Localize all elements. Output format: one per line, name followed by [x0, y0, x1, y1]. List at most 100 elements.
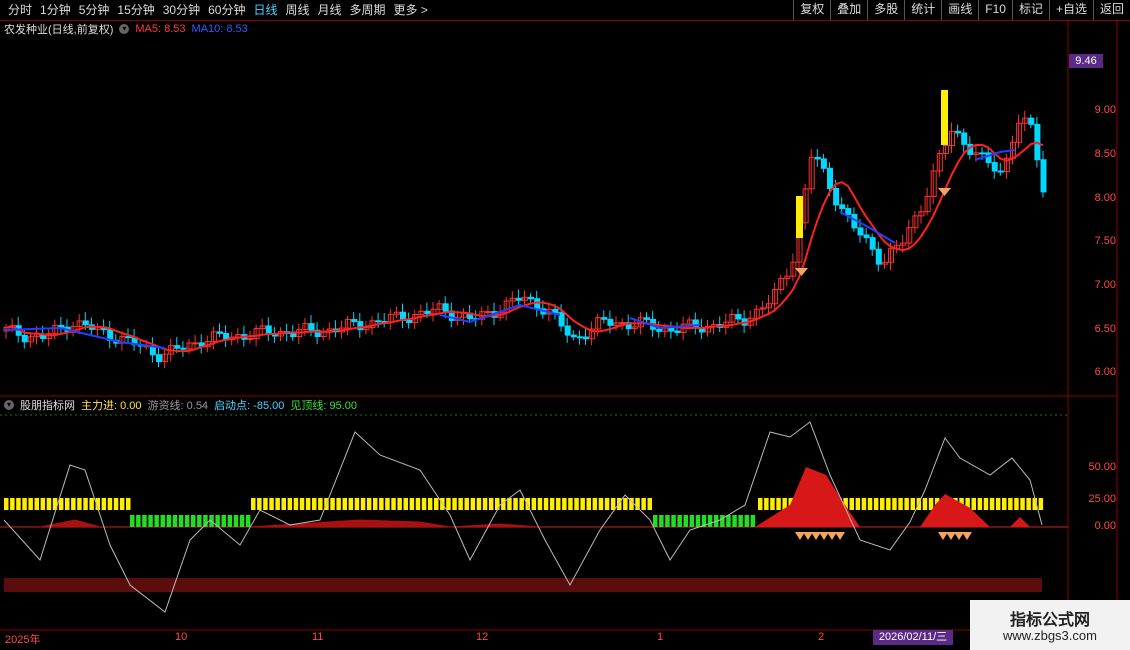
yellow-signal-bar: [617, 498, 622, 510]
yellow-signal-bar: [71, 498, 76, 510]
yellow-signal-bar: [330, 498, 335, 510]
indicator-series: [3, 421, 1044, 613]
candle-body: [424, 310, 431, 315]
diamond-icon: [962, 532, 972, 540]
green-signal-bar: [665, 515, 670, 527]
yellow-signal-bar: [397, 498, 402, 510]
yellow-signal-bar: [898, 498, 903, 510]
candle-body: [961, 132, 968, 145]
x-tick-label: 12: [476, 631, 489, 643]
yellow-signal-bar: [758, 498, 763, 510]
yellow-signal-bar: [119, 498, 125, 510]
main-force-value: 主力进: 0.00: [81, 400, 142, 412]
x-tick-label: 10: [175, 631, 188, 643]
yellow-signal-bar: [28, 498, 33, 510]
yellow-signal-bar: [476, 498, 482, 510]
candle-body: [955, 130, 962, 134]
candle-body: [21, 334, 28, 343]
x-tick-label: 11: [312, 631, 324, 643]
candle-body: [174, 345, 181, 349]
yellow-signal-bar: [434, 498, 439, 510]
diamond-icon: [827, 532, 837, 540]
yellow-signal-bar: [562, 498, 567, 510]
yellow-signal-bar: [4, 498, 9, 510]
green-signal-bar: [653, 515, 658, 527]
candle-body: [442, 303, 449, 312]
diamond-icon: [795, 532, 805, 540]
yellow-signal-bar: [101, 498, 107, 510]
x-tick-label: 2: [818, 631, 825, 643]
green-signal-bar: [148, 515, 153, 527]
yellow-signal-bar: [427, 498, 433, 510]
yellow-signal-bar: [770, 498, 775, 510]
green-signal-bar: [166, 515, 172, 527]
green-signal-bar: [738, 515, 743, 527]
yellow-signal-bar: [415, 498, 421, 510]
candle-body: [674, 330, 681, 333]
yellow-signal-bar: [886, 498, 891, 510]
yellow-signal-bar: [281, 498, 286, 510]
x-tick-label: 1: [657, 631, 664, 643]
yellow-signal-bar: [83, 498, 88, 510]
yellow-signal-bar: [40, 498, 46, 510]
yellow-signal-bar: [482, 498, 488, 510]
yellow-signal-bar: [263, 498, 268, 510]
yellow-signal-bar: [586, 498, 591, 510]
yellow-signal-bar: [598, 498, 604, 510]
yellow-signal-bar: [46, 498, 52, 510]
green-signal-bar: [197, 515, 202, 527]
candle-body: [607, 318, 614, 326]
signal-bar: [796, 196, 803, 238]
yellow-signal-bar: [568, 498, 573, 510]
yellow-signal-bar: [16, 498, 21, 510]
candle-body: [247, 338, 254, 341]
y-tick-label: 6.50: [1094, 323, 1116, 335]
yellow-signal-bar: [910, 498, 915, 510]
main-force-area: [1010, 517, 1030, 527]
current-price-tag: 9.46: [1069, 54, 1103, 68]
yellow-signal-bar: [1014, 498, 1019, 510]
yellow-signal-bar: [592, 498, 598, 510]
yellow-signal-bar: [342, 498, 347, 510]
yellow-signal-bar: [861, 498, 867, 510]
yellow-signal-bar: [610, 498, 616, 510]
green-signal-bar: [172, 515, 178, 527]
candle-body: [845, 208, 852, 215]
yellow-signal-bar: [922, 498, 928, 510]
green-signal-bar: [695, 515, 701, 527]
candle-body: [863, 234, 870, 239]
diamond-icon: [803, 532, 813, 540]
yellow-signal-bar: [409, 498, 415, 510]
watermark-url: www.zbgs3.com: [1003, 628, 1097, 643]
yellow-signal-bar: [995, 498, 1001, 510]
yellow-signal-bar: [22, 498, 27, 510]
yellow-signal-bar: [275, 498, 280, 510]
candle-body: [217, 331, 223, 334]
candle-body: [82, 320, 89, 326]
green-signal-bar: [245, 515, 251, 527]
candle-body: [857, 227, 864, 236]
green-signal-bar: [671, 515, 676, 527]
candle-body: [375, 320, 382, 323]
diamond-icon: [954, 532, 964, 540]
yellow-signal-bar: [989, 498, 995, 510]
y-tick-label: 8.50: [1094, 148, 1116, 160]
kline-chart[interactable]: [0, 0, 1130, 650]
yellow-signal-bar: [348, 498, 354, 510]
yellow-signal-bar: [113, 498, 119, 510]
candle-body: [552, 308, 559, 314]
candle-body: [668, 327, 675, 332]
green-signal-bar: [720, 515, 725, 527]
yellow-signal-bar: [983, 498, 989, 510]
yellow-signal-bar: [452, 498, 457, 510]
candle-body: [814, 156, 821, 160]
candle-body: [534, 298, 541, 310]
yellow-signal-bar: [764, 498, 769, 510]
yellow-signal-bar: [928, 498, 934, 510]
yellow-signal-bar: [623, 498, 628, 510]
diamond-icon: [795, 268, 808, 276]
chevron-down-icon[interactable]: ▾: [4, 400, 14, 410]
candle-body: [58, 324, 65, 328]
candle-body: [833, 187, 840, 206]
yellow-signal-bar: [556, 498, 561, 510]
